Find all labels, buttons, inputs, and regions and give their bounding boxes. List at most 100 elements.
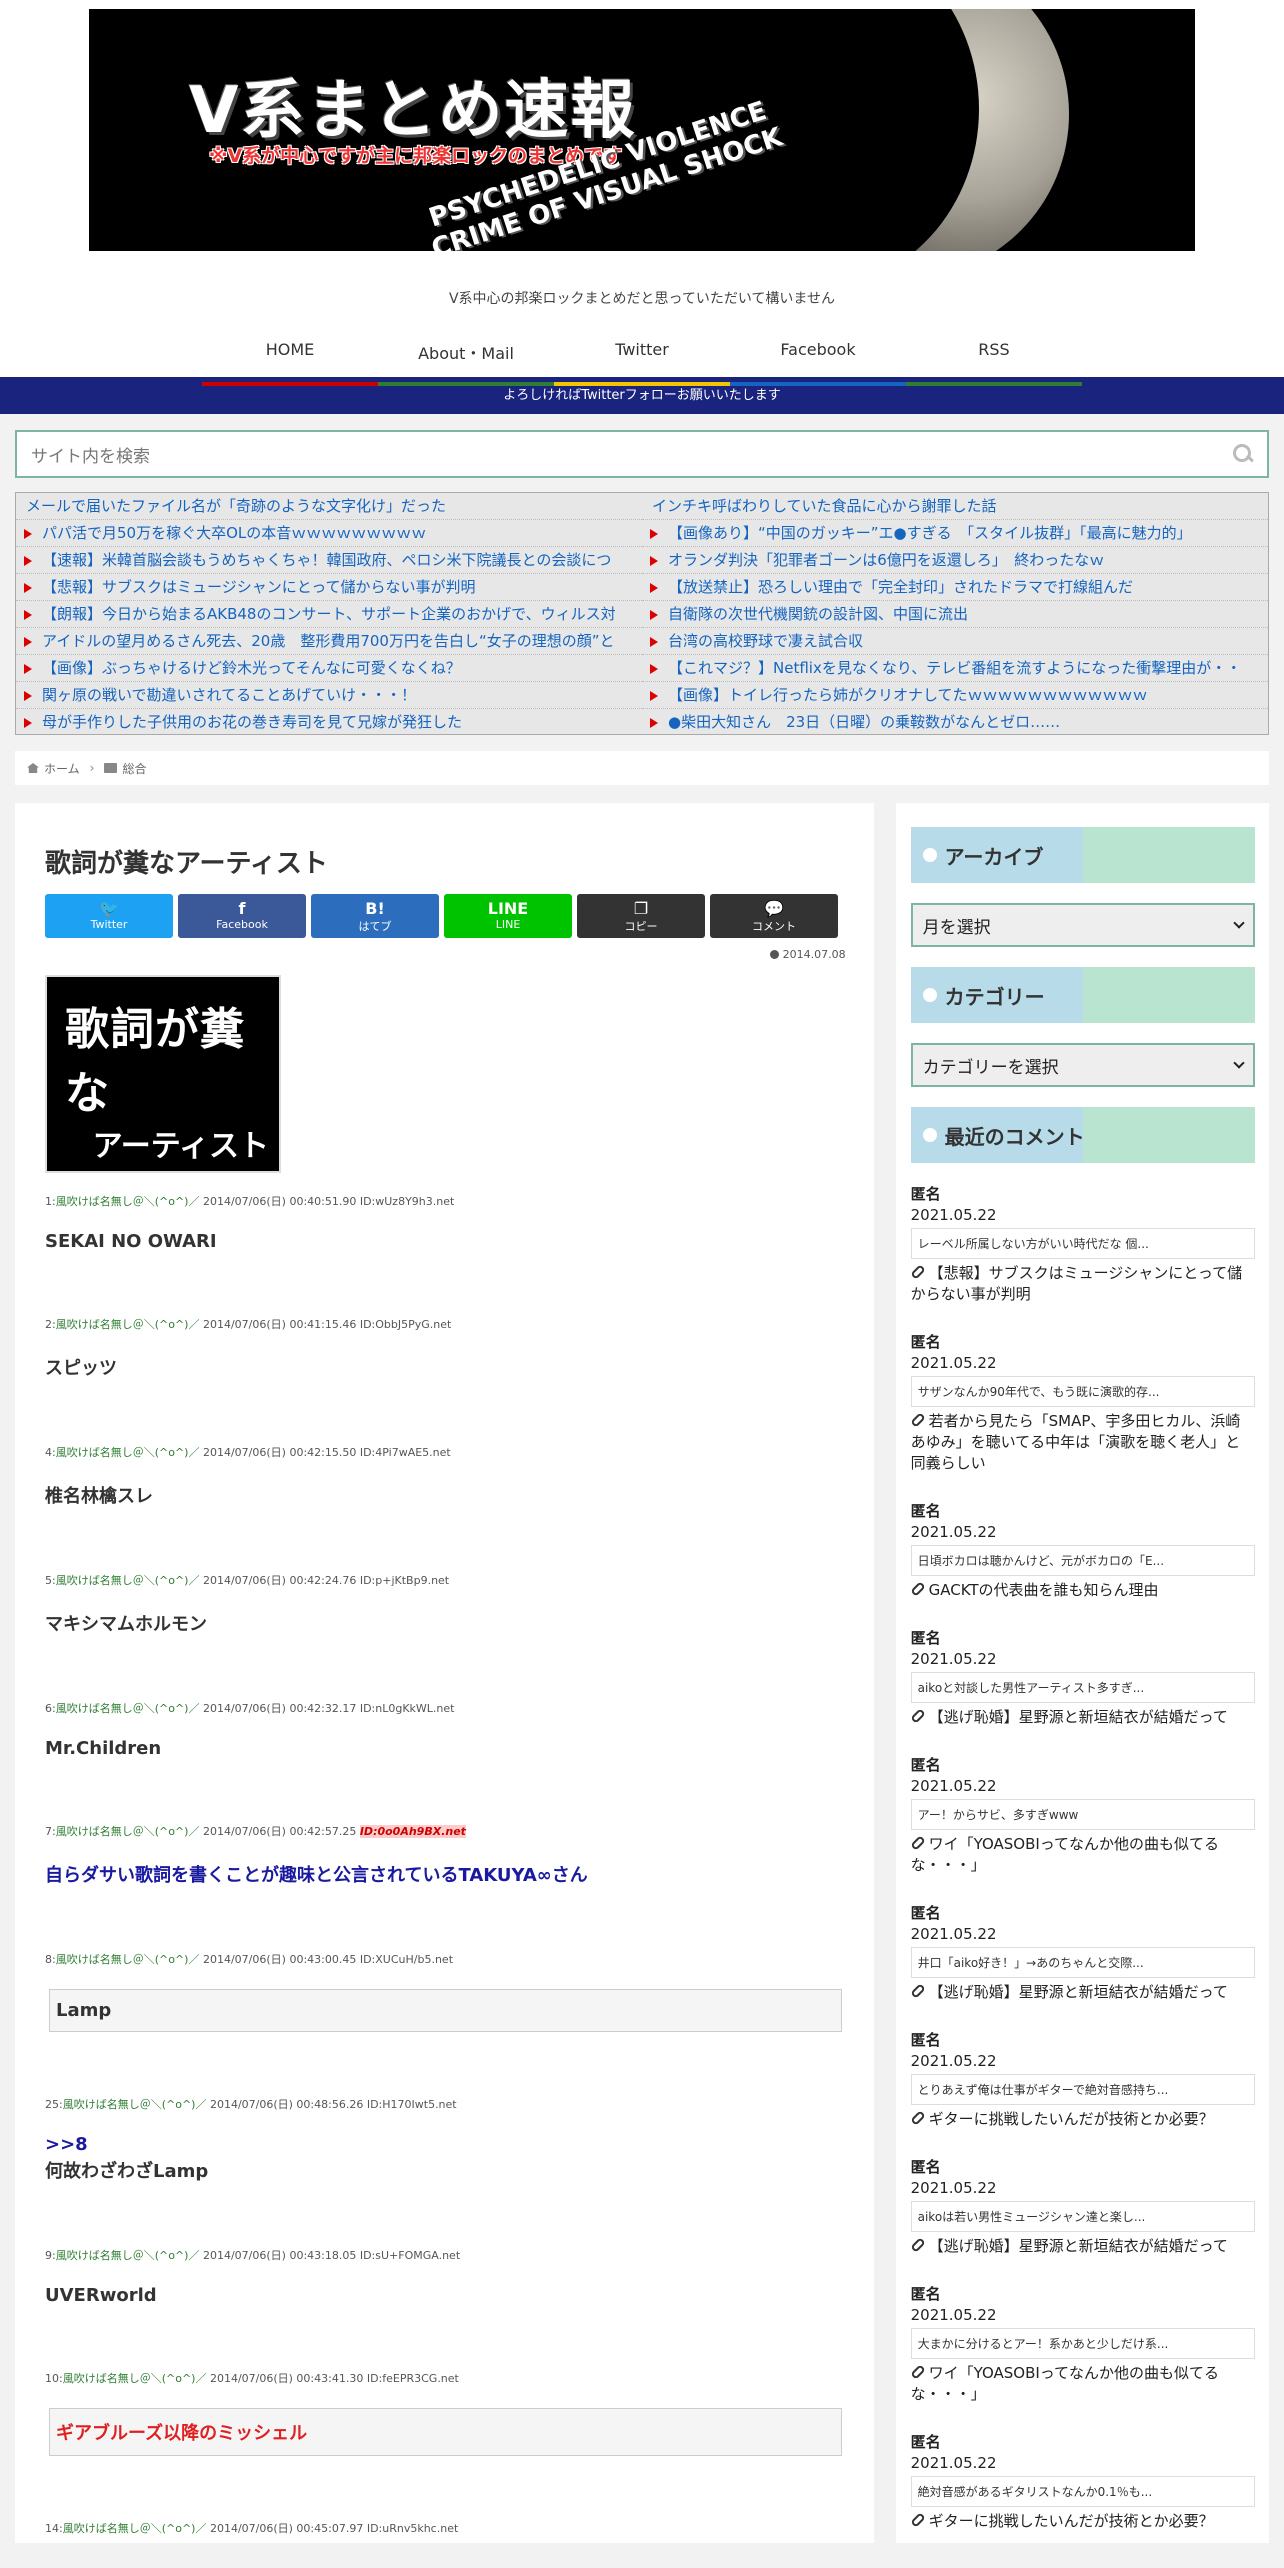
nav-twitter[interactable]: Twitter [554, 325, 730, 386]
antenna-link[interactable]: 【画像】トイレ行ったら姉がクリオナしてたｗｗｗｗｗｗｗｗｗｗｗｗ [642, 682, 1268, 709]
antenna-link[interactable]: 【画像】ぶっちゃけるけど鈴木光ってそんなに可愛くなくね？ [16, 655, 642, 682]
post-body: Lamp [49, 1989, 842, 2032]
post-number: 9: [45, 2249, 56, 2262]
thread-posts: 1:風吹けば名無し＠＼(^o^)／ 2014/07/06(日) 00:40:51… [45, 1193, 846, 2543]
comment-excerpt[interactable]: 井口「aiko好き！」→あのちゃんと交際... [910, 1947, 1255, 1978]
comment-post-link[interactable]: GACKTの代表曲を誰も知らん理由 [909, 1580, 1255, 1601]
antenna-link[interactable]: 【放送禁止】恐ろしい理由で「完全封印」されたドラマで打線組んだ [642, 574, 1268, 601]
share-icon: ❐ [633, 899, 649, 918]
post-header: 9:風吹けば名無し＠＼(^o^)／ 2014/07/06(日) 00:43:18… [45, 2247, 846, 2263]
share-はてブ-button[interactable]: B! はてブ [311, 894, 439, 938]
breadcrumb-category[interactable]: 総合 [122, 760, 146, 777]
antenna-link[interactable]: 【画像あり】“中国のガッキー”エ●すぎる 「スタイル抜群」「最高に魅力的」 [642, 520, 1268, 547]
antenna-link[interactable]: 関ヶ原の戦いで勘違いされてることあげていけ・・・！ [16, 682, 642, 709]
antenna-link[interactable]: オランダ判決「犯罪者ゴーンは6億円を返還しろ」 終わったなｗ [642, 547, 1268, 574]
search-input[interactable]: サイト内を検索 [31, 442, 150, 467]
search-icon[interactable] [1233, 444, 1253, 464]
comment-date: 2021.05.22 [910, 1354, 997, 1372]
share-label: コピー [624, 920, 658, 933]
antenna-link[interactable]: 【悲報】サブスクはミュージシャンにとって儲からない事が判明 [16, 574, 642, 601]
share-twitter-button[interactable]: 🐦 Twitter [45, 894, 173, 938]
share-icon: 💬 [764, 899, 784, 918]
article: 歌詞が糞なアーティスト 🐦 Twitter f Facebook B! はてブ LINE LI… [15, 803, 874, 2543]
post-header: 14:風吹けば名無し＠＼(^o^)／ 2014/07/06(日) 00:45:0… [45, 2520, 846, 2536]
comment-post-link[interactable]: 【逃げ恥婚】星野源と新垣結衣が結婚だって [909, 1707, 1255, 1728]
archive-select[interactable]: 月を選択 [910, 903, 1255, 947]
comment-excerpt[interactable]: とりあえず俺は仕事がギターで絶対音感持ち... [910, 2074, 1255, 2105]
post-header: 1:風吹けば名無し＠＼(^o^)／ 2014/07/06(日) 00:40:51… [45, 1193, 846, 1209]
comment-post-link[interactable]: ワイ「YOASOBIってなんか他の曲も似てるな・・・」 [909, 1834, 1255, 1876]
comments-widget-title: 最近のコメント [910, 1107, 1255, 1163]
comment-date: 2021.05.22 [910, 1523, 997, 1541]
post-number: 25: [45, 2098, 63, 2111]
antenna-link[interactable]: 【速報】米韓首脳会談もうめちゃくちゃ！韓国政府、ペロシ米下院議長との会談につ [16, 547, 642, 574]
poster-name: 風吹けば名無し＠＼(^o^)／ [62, 2372, 207, 2385]
comment-excerpt[interactable]: aikoと対談した男性アーティスト多すぎ... [910, 1672, 1255, 1703]
share-line-button[interactable]: LINE LINE [444, 894, 572, 938]
poster-name: 風吹けば名無し＠＼(^o^)／ [62, 2522, 207, 2535]
comment-excerpt[interactable]: 絶対音感があるギタリストなんか0.1％も... [910, 2476, 1255, 2507]
post-meta: 2014/07/06(日) 00:42:15.50 ID:4Pi7wAE5.ne… [199, 1446, 451, 1459]
antenna-link[interactable]: 自衛隊の次世代機関銃の設計図、中国に流出 [642, 601, 1268, 628]
antenna-link[interactable]: インチキ呼ばわりしていた食品に心から謝罪した話 [642, 493, 1268, 520]
comment-excerpt[interactable]: 日頃ボカロは聴かんけど、元がボカロの「E... [910, 1545, 1255, 1576]
post-header: 6:風吹けば名無し＠＼(^o^)／ 2014/07/06(日) 00:42:32… [45, 1700, 846, 1716]
comment-excerpt[interactable]: サザンなんか90年代で、もう既に演歌的存... [910, 1376, 1255, 1407]
antenna-link[interactable]: アイドルの望月めるさん死去、20歳 整形費用700万円を告白し“女子の理想の顔”… [16, 628, 642, 655]
category-select[interactable]: カテゴリーを選択 [910, 1043, 1255, 1087]
post-header: 4:風吹けば名無し＠＼(^o^)／ 2014/07/06(日) 00:42:15… [45, 1444, 846, 1460]
breadcrumb-home[interactable]: ホーム [44, 760, 80, 777]
comment-post-link[interactable]: 【悲報】サブスクはミュージシャンにとって儲からない事が判明 [909, 1263, 1255, 1305]
eyecatch-image: 歌詞が糞な アーティスト [45, 975, 281, 1173]
comment-post-link[interactable]: 若者から見たら「SMAP、宇多田ヒカル、浜崎あゆみ」を聴いてる中年は「演歌を聴く… [909, 1411, 1255, 1474]
comment-post-link[interactable]: 【逃げ恥婚】星野源と新垣結衣が結婚だって [909, 1982, 1255, 2003]
comment-author: 匿名 [910, 1756, 941, 1774]
comment-post-title: GACKTの代表曲を誰も知らん理由 [928, 1581, 1159, 1599]
share-コピー-button[interactable]: ❐ コピー [577, 894, 705, 938]
home-icon [27, 763, 39, 773]
link-icon [909, 1412, 926, 1428]
site-banner[interactable]: V系まとめ速報 ※V系が中心ですが主に邦楽ロックのまとめです PSYCHEDEL… [89, 9, 1195, 251]
post-meta: 2014/07/06(日) 00:48:56.26 ID:H170Iwt5.ne… [206, 2098, 457, 2111]
comment-post-link[interactable]: ギターに挑戦したいんだが技術とか必要？ [909, 2109, 1255, 2130]
post-number: 10: [45, 2372, 63, 2385]
comment-excerpt[interactable]: アー！からサビ、多すぎwww [910, 1799, 1255, 1830]
link-icon [909, 2110, 926, 2126]
comment-post-title: 【逃げ恥婚】星野源と新垣結衣が結婚だって [928, 1983, 1228, 2001]
comment-excerpt[interactable]: 大まかに分けるとアー！系かあと少しだけ系... [910, 2328, 1255, 2359]
nav-rss[interactable]: RSS [906, 325, 1082, 386]
share-icon: B! [365, 899, 385, 918]
antenna-link[interactable]: 母が手作りした子供用のお花の巻き寿司を見て兄嫁が発狂した [16, 709, 642, 734]
bullet-icon [922, 848, 937, 862]
post-header: 7:風吹けば名無し＠＼(^o^)／ 2014/07/06(日) 00:42:57… [45, 1823, 846, 1839]
antenna-link[interactable]: 【朗報】今日から始まるAKB48のコンサート、サポート企業のおかげで、ウィルス対 [16, 601, 642, 628]
reply-anchor[interactable]: >>8 [45, 2134, 846, 2155]
comment-author: 匿名 [910, 1502, 941, 1520]
share-icon: f [238, 899, 246, 918]
nav-facebook[interactable]: Facebook [730, 325, 906, 386]
search-box[interactable]: サイト内を検索 [15, 430, 1269, 478]
antenna-link[interactable]: ●柴田大知さん 23日（日曜）の乗鞍数がなんとゼロ…… [642, 709, 1268, 734]
comment-author: 匿名 [910, 1629, 941, 1647]
antenna-link[interactable]: メールで届いたファイル名が「奇跡のような文字化け」だった [16, 493, 642, 520]
breadcrumb: ホーム › 総合 [15, 751, 1269, 785]
antenna-link[interactable]: 【これマジ？】Netflixを見なくなり、テレビ番組を流すようになった衝撃理由が… [642, 655, 1268, 682]
nav-home[interactable]: HOME [202, 325, 378, 386]
comment-item: 匿名 2021.05.22 レーベル所属しない方がいい時代だな 個... 【悲報】サブ… [909, 1183, 1255, 1305]
share-facebook-button[interactable]: f Facebook [178, 894, 306, 938]
antenna-link[interactable]: 台湾の高校野球で凄え試合収 [642, 628, 1268, 655]
link-icon [909, 2364, 926, 2380]
share-label: Twitter [90, 918, 128, 931]
post-body: マキシマムホルモン [45, 1614, 207, 1635]
comment-post-title: ワイ「YOASOBIってなんか他の曲も似てるな・・・」 [910, 2364, 1220, 2403]
comment-excerpt[interactable]: aikoは若い男性ミュージシャン達と楽し... [910, 2201, 1255, 2232]
comment-post-link[interactable]: ギターに挑戦したいんだが技術とか必要？ [909, 2511, 1255, 2532]
share-コメント-button[interactable]: 💬 コメント [710, 894, 838, 938]
antenna-link[interactable]: パパ活で月50万を稼ぐ大卒OLの本音ｗｗｗｗｗｗｗｗｗ [16, 520, 642, 547]
comment-date: 2021.05.22 [910, 1650, 997, 1668]
nav-about[interactable]: About・Mail [378, 325, 554, 386]
comment-excerpt[interactable]: レーベル所属しない方がいい時代だな 個... [910, 1228, 1255, 1259]
comment-post-link[interactable]: 【逃げ恥婚】星野源と新垣結衣が結婚だって [909, 2236, 1255, 2257]
comment-post-link[interactable]: ワイ「YOASOBIってなんか他の曲も似てるな・・・」 [909, 2363, 1255, 2405]
comment-author: 匿名 [910, 2158, 941, 2176]
